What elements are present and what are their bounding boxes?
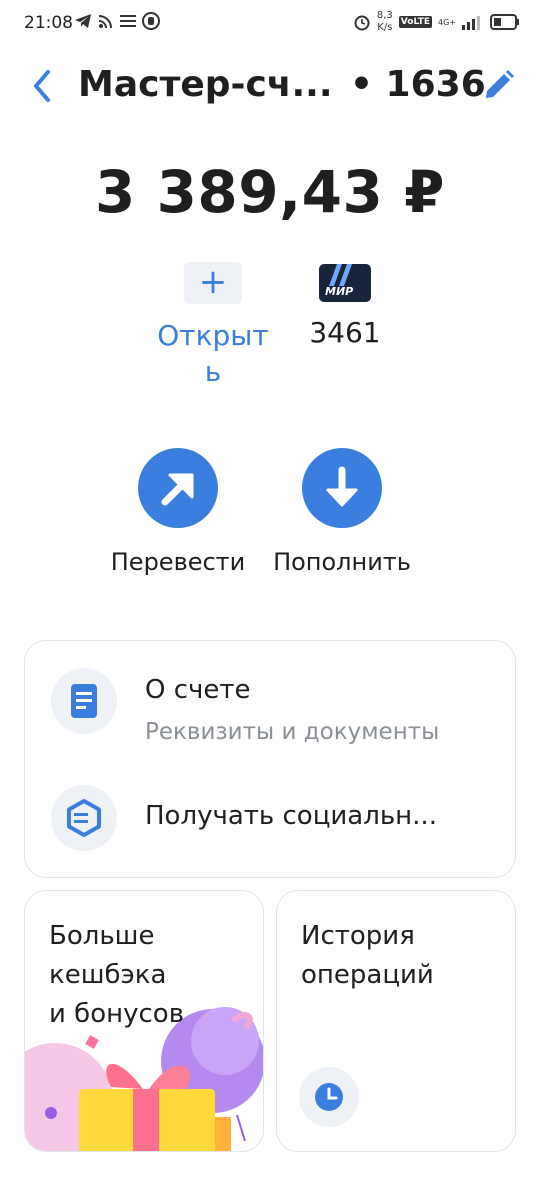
history-text: История операций xyxy=(301,921,434,990)
topup-button[interactable]: Пополнить xyxy=(262,448,422,576)
open-card-button[interactable]: + Открыть xyxy=(150,262,276,390)
back-button[interactable] xyxy=(26,66,60,106)
network-type: 4G+ xyxy=(438,17,456,27)
history-tile[interactable]: История операций xyxy=(276,890,516,1152)
account-info-block: О счете Реквизиты и документы Получать с… xyxy=(24,640,516,878)
account-details-subtitle: Реквизиты и документы xyxy=(145,719,440,745)
cashback-text: Больше кешбэка и бонусов xyxy=(49,921,185,1029)
social-payments-item[interactable]: Получать социальн... xyxy=(25,771,517,871)
header: Мастер-сч... • 1636 xyxy=(0,60,540,112)
edit-button[interactable] xyxy=(480,68,516,104)
page-title: Мастер-сч... xyxy=(78,64,333,105)
signal-icon xyxy=(462,16,480,30)
arrow-down-icon xyxy=(326,466,358,507)
speed-value: 8,3 xyxy=(376,10,393,21)
status-time: 21:08 xyxy=(24,13,73,33)
plus-icon: + xyxy=(198,262,228,302)
account-details-title: О счете xyxy=(145,675,251,705)
network-speed: 8,3 K/s xyxy=(377,10,393,34)
account-details-item[interactable]: О счете Реквизиты и документы xyxy=(25,641,517,761)
mir-stripe xyxy=(338,264,353,286)
status-icons-left xyxy=(74,12,160,30)
volte-badge: VoLTE xyxy=(398,16,432,28)
hand-icon xyxy=(142,12,160,30)
status-icons-right: 8,3 K/s VoLTE 4G+ xyxy=(353,10,520,34)
mir-card[interactable]: МИР 3461 xyxy=(300,264,390,349)
account-number: • 1636 xyxy=(350,64,486,105)
plus-tile: + xyxy=(184,262,242,304)
menu-lines-icon xyxy=(120,15,136,27)
cashback-tile[interactable]: Больше кешбэка и бонусов xyxy=(24,890,264,1152)
topup-label: Пополнить xyxy=(273,548,411,576)
mir-brand: МИР xyxy=(325,285,354,298)
transfer-label: Перевести xyxy=(110,548,246,576)
transfer-circle xyxy=(138,448,218,528)
telegram-icon xyxy=(75,14,91,28)
chevron-left-icon xyxy=(34,70,50,102)
speed-unit: K/s xyxy=(377,22,393,33)
document-icon xyxy=(71,684,97,718)
battery-icon xyxy=(490,14,519,30)
cast-icon xyxy=(98,15,112,29)
clock-icon xyxy=(315,1083,343,1111)
pencil-icon xyxy=(486,70,514,98)
mir-card-icon: МИР xyxy=(319,264,371,302)
arrow-up-right-icon xyxy=(161,473,194,506)
balance-amount: 3 389,43 ₽ xyxy=(95,158,445,226)
alarm-icon xyxy=(354,15,370,31)
open-card-label: Открыть xyxy=(157,319,269,388)
card-number: 3461 xyxy=(309,316,381,349)
document-icon-bg xyxy=(51,668,117,734)
topup-circle xyxy=(302,448,382,528)
hexagon-lines-icon xyxy=(67,799,101,837)
status-bar: 21:08 8,3 K/s VoLTE 4G+ xyxy=(0,0,540,48)
clock-icon-bg xyxy=(299,1067,359,1127)
social-payments-title: Получать социальн... xyxy=(145,801,437,831)
social-icon-bg xyxy=(51,785,117,851)
transfer-button[interactable]: Перевести xyxy=(98,448,258,576)
